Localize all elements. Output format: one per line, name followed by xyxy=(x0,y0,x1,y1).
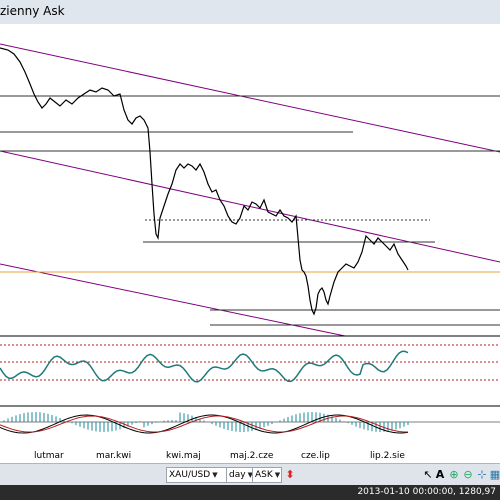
time-label: mar.kwi xyxy=(96,451,132,461)
macd-signal-line xyxy=(0,415,408,433)
status-bar: 2013-01-10 00:00:00, 1280,97 xyxy=(0,485,500,500)
chevron-down-icon: ▼ xyxy=(212,471,218,479)
title-bar: zienny Ask xyxy=(0,0,500,25)
trend-channel-upper xyxy=(0,43,500,153)
price-side-select[interactable]: ASK ▼ xyxy=(252,467,282,483)
time-label: maj.2.cze xyxy=(230,451,274,461)
symbol-value: XAU/USD xyxy=(169,470,211,480)
time-label: lutmar xyxy=(34,451,64,461)
time-label: cze.lip xyxy=(301,451,330,461)
time-label: kwi.maj xyxy=(166,451,201,461)
grid-icon[interactable]: ▦ xyxy=(487,467,500,483)
price-chart[interactable] xyxy=(0,24,500,450)
window-title: zienny Ask xyxy=(0,4,65,18)
chart-window: zienny Ask lutmar mar.kwi kwi.maj maj.2.… xyxy=(0,0,500,500)
timeframe-select[interactable]: day ▼ xyxy=(226,467,254,483)
time-label: lip.2.sie xyxy=(370,451,405,461)
chart-area[interactable] xyxy=(0,24,500,450)
symbol-select[interactable]: XAU/USD ▼ xyxy=(166,467,228,483)
status-datetime: 2013-01-10 00:00:00 xyxy=(357,487,454,497)
price-side-value: ASK xyxy=(255,470,273,480)
arrow-up-down-icon[interactable]: ⬍ xyxy=(282,467,298,483)
time-axis: lutmar mar.kwi kwi.maj maj.2.cze cze.lip… xyxy=(0,450,500,463)
chevron-down-icon: ▼ xyxy=(274,471,281,479)
rsi-line xyxy=(0,350,409,383)
chart-toolbar: XAU/USD ▼ day ▼ ASK ▼ ⬍ ↖ A ⊕ ⊖ ⊹ ▦ xyxy=(0,463,500,486)
status-price: 1280,97 xyxy=(458,487,496,497)
status-datetime-price: 2013-01-10 00:00:00, 1280,97 xyxy=(357,487,496,497)
timeframe-value: day xyxy=(229,470,246,480)
